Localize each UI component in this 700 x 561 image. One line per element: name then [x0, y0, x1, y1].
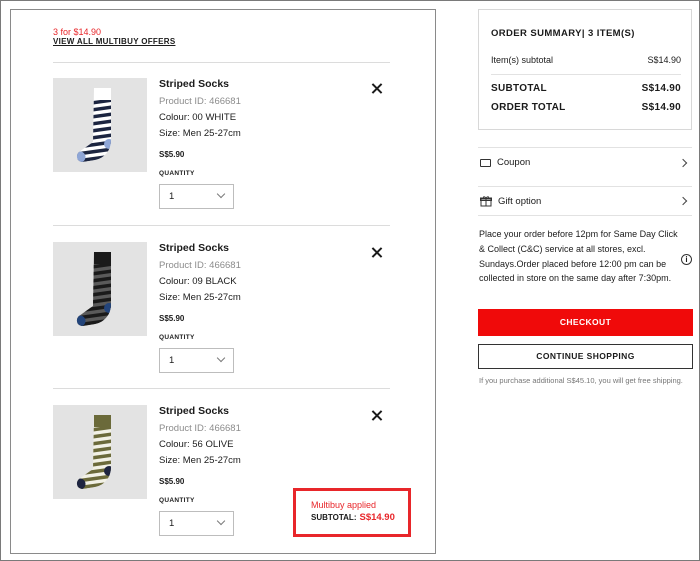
sock-image [76, 88, 111, 162]
quantity-label: QUANTITY [159, 497, 195, 504]
product-name[interactable]: Striped Socks [159, 405, 241, 417]
chevron-right-icon [678, 196, 688, 206]
product-name[interactable]: Striped Socks [159, 78, 241, 90]
chevron-down-icon [216, 189, 226, 199]
chevron-down-icon [216, 353, 226, 363]
remove-item-close-icon[interactable] [370, 82, 384, 96]
quantity-select[interactable]: 1 [159, 511, 234, 536]
quantity-value: 1 [169, 355, 175, 366]
quantity-value: 1 [169, 518, 175, 529]
subtotal-value: S$14.90 [641, 83, 681, 94]
checkout-button[interactable]: CHECKOUT [478, 309, 693, 336]
coupon-option[interactable]: Coupon [478, 147, 692, 177]
divider [53, 225, 390, 226]
product-id: Product ID: 466681 [159, 96, 241, 107]
product-size: Size: Men 25-27cm [159, 292, 241, 303]
cart-panel: 3 for $14.90 VIEW ALL MULTIBUY OFFERS St… [10, 9, 436, 554]
cart-item: Striped Socks Product ID: 466681 Colour:… [53, 234, 390, 374]
free-shipping-note: If you purchase additional S$45.10, you … [479, 376, 683, 385]
coupon-label: Coupon [497, 157, 531, 168]
sock-image [76, 415, 111, 489]
multibuy-promo-price: 3 for $14.90 [53, 27, 102, 37]
product-image[interactable] [53, 78, 147, 172]
quantity-select[interactable]: 1 [159, 348, 234, 373]
product-image[interactable] [53, 405, 147, 499]
quantity-value: 1 [169, 191, 175, 202]
chevron-down-icon [216, 516, 226, 526]
product-image[interactable] [53, 242, 147, 336]
sock-toe [76, 315, 86, 326]
product-price: S$5.90 [159, 150, 185, 159]
order-summary-title: ORDER SUMMARY| 3 ITEM(S) [491, 28, 635, 39]
sock-stripe [76, 483, 111, 489]
divider [53, 388, 390, 389]
gift-option[interactable]: Gift option [478, 186, 692, 216]
quantity-label: QUANTITY [159, 334, 195, 341]
sock-stripe [76, 320, 111, 326]
quantity-label: QUANTITY [159, 170, 195, 177]
sock-image [76, 252, 111, 326]
gift-icon [480, 195, 492, 207]
sock-cuff [94, 88, 111, 100]
sock-toe [76, 478, 86, 489]
remove-item-close-icon[interactable] [370, 409, 384, 423]
product-size: Size: Men 25-27cm [159, 128, 241, 139]
product-colour: Colour: 09 BLACK [159, 276, 237, 287]
product-colour: Colour: 56 OLIVE [159, 439, 234, 450]
sock-heel [104, 303, 111, 313]
info-icon[interactable]: i [681, 254, 692, 265]
subtotal-label: SUBTOTAL [491, 83, 547, 94]
order-total-row: ORDER TOTAL S$14.90 [491, 102, 681, 113]
product-size: Size: Men 25-27cm [159, 455, 241, 466]
view-all-multibuy-link[interactable]: VIEW ALL MULTIBUY OFFERS [53, 37, 175, 46]
sock-stripe [76, 156, 111, 162]
sock-heel [104, 139, 111, 149]
product-colour: Colour: 00 WHITE [159, 112, 237, 123]
cart-item: Striped Socks Product ID: 466681 Colour:… [53, 70, 390, 210]
chevron-right-icon [678, 158, 688, 167]
coupon-icon [480, 158, 491, 167]
product-name[interactable]: Striped Socks [159, 242, 241, 254]
product-id: Product ID: 466681 [159, 260, 241, 271]
same-day-collect-notice: Place your order before 12pm for Same Da… [479, 229, 678, 284]
gift-option-label: Gift option [498, 195, 542, 207]
multibuy-applied-highlight: Multibuy applied SUBTOTAL: S$14.90 [293, 488, 411, 537]
multibuy-subtotal-label: SUBTOTAL: [311, 513, 357, 522]
items-subtotal-row: Item(s) subtotal S$14.90 [491, 55, 681, 65]
sock-cuff [94, 252, 111, 264]
items-subtotal-label: Item(s) subtotal [491, 55, 554, 65]
sock-toe [76, 151, 86, 162]
subtotal-row: SUBTOTAL S$14.90 [491, 83, 681, 94]
quantity-select[interactable]: 1 [159, 184, 234, 209]
remove-item-close-icon[interactable] [370, 246, 384, 260]
items-subtotal-value: S$14.90 [647, 55, 681, 65]
divider [491, 74, 681, 75]
multibuy-subtotal-value: S$14.90 [359, 512, 395, 523]
divider [53, 62, 390, 63]
product-price: S$5.90 [159, 477, 185, 486]
multibuy-subtotal: SUBTOTAL: S$14.90 [311, 512, 408, 523]
sock-heel [104, 466, 111, 476]
order-total-label: ORDER TOTAL [491, 102, 566, 113]
continue-shopping-button[interactable]: CONTINUE SHOPPING [478, 344, 693, 369]
multibuy-applied-label: Multibuy applied [311, 500, 377, 510]
product-id: Product ID: 466681 [159, 423, 241, 434]
order-total-value: S$14.90 [641, 102, 681, 113]
order-summary: ORDER SUMMARY| 3 ITEM(S) Item(s) subtota… [478, 9, 692, 130]
sock-cuff [94, 415, 111, 427]
product-price: S$5.90 [159, 314, 185, 323]
